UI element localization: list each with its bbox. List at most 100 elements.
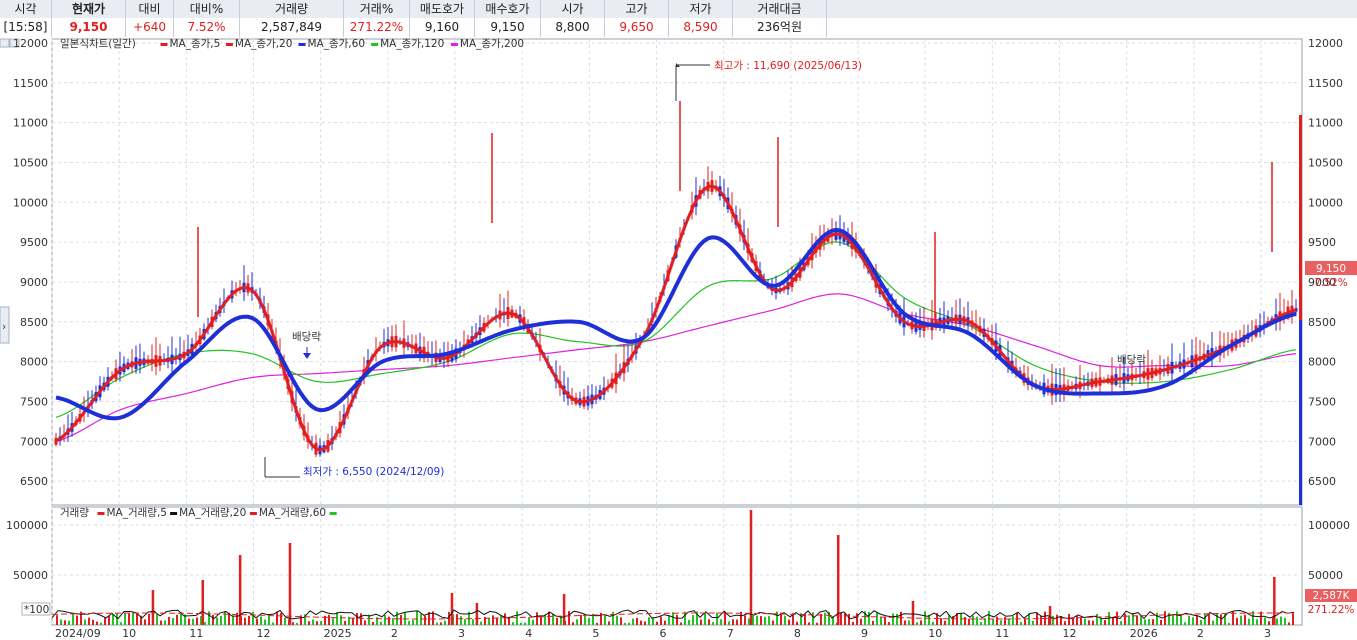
- volume-bar: [148, 613, 150, 625]
- volume-bar: [980, 622, 982, 625]
- volume-bar: [380, 621, 382, 625]
- left-top-arrow-button[interactable]: [0, 38, 10, 48]
- volume-bar: [400, 615, 402, 625]
- volume-bar: [336, 612, 338, 625]
- volume-bar: [740, 611, 742, 625]
- volume-bar: [1280, 616, 1282, 625]
- volume-bar: [596, 622, 598, 625]
- price-tick-left: 9000: [20, 276, 48, 289]
- volume-bar: [136, 613, 138, 625]
- chart-area[interactable]: › 12000 11500 11000 10500 10000 9500 9000 8500 8…: [0, 37, 1357, 640]
- volume-bar: [1284, 617, 1286, 625]
- quote-header-2: 대비: [126, 0, 174, 18]
- legend-item: MA_거래량,5: [107, 507, 168, 519]
- volume-bar: [108, 615, 110, 625]
- price-plot-frame: [51, 38, 1303, 506]
- volume-bar: [188, 618, 190, 625]
- quote-value-2: +640: [126, 18, 174, 37]
- quote-value-row: [15:58] 9,150 +640 7.52% 2,587,849 271.22% 9,1…: [0, 18, 1357, 38]
- legend-title: 거래량: [60, 507, 89, 519]
- volume-bar: [680, 622, 682, 625]
- volume-spike: [151, 590, 155, 625]
- volume-bar: [1292, 613, 1294, 625]
- volume-bar: [1260, 611, 1262, 625]
- price-tick-right: 7000: [1308, 435, 1336, 448]
- volume-bar: [1084, 618, 1086, 625]
- volume-bar: [692, 615, 694, 625]
- volume-bar: [536, 612, 538, 625]
- volume-bar: [868, 611, 870, 625]
- volume-bar: [976, 616, 978, 625]
- volume-bar: [224, 611, 226, 625]
- volume-bar: [788, 619, 790, 625]
- volume-bar: [264, 619, 266, 625]
- x-tick-label: 8: [794, 627, 801, 640]
- volume-bar: [312, 619, 314, 625]
- volume-bar: [744, 615, 746, 625]
- volume-bar: [852, 621, 854, 625]
- quote-value-5: 271.22%: [344, 18, 410, 37]
- price-tick-right: 12000: [1308, 37, 1343, 50]
- volume-bar: [176, 614, 178, 625]
- volume-bar: [1088, 620, 1090, 625]
- dividend-mark-2: 배당락: [1117, 354, 1146, 366]
- high-annotation-text: 최고가 : 11,690 (2025/06/13): [714, 60, 862, 72]
- quote-header-1: 현재가: [52, 0, 126, 18]
- volume-bar: [1156, 612, 1158, 625]
- quote-table: 시각 현재가 대비 대비% 거래량 거래% 매도호가 매수호가 시가 고가 저가 거래대금 [15:5…: [0, 0, 1357, 38]
- volume-bar: [196, 617, 198, 625]
- quote-header-6: 매도호가: [410, 0, 475, 18]
- volume-bar: [332, 618, 334, 625]
- volume-bar: [112, 614, 114, 625]
- volume-bar: [916, 622, 918, 625]
- volume-bar: [1112, 617, 1114, 625]
- volume-bar: [604, 615, 606, 625]
- volume-bar: [656, 621, 658, 625]
- current-volume-pct-text: 271.22%: [1308, 604, 1355, 616]
- current-price-tag-text: 9,150: [1316, 263, 1346, 275]
- volume-bar: [884, 616, 886, 625]
- volume-bar: [276, 611, 278, 625]
- volume-bar: [944, 620, 946, 625]
- volume-bar: [796, 621, 798, 625]
- volume-bar: [612, 611, 614, 625]
- volume-bar: [648, 617, 650, 625]
- volume-bar: [492, 615, 494, 625]
- price-tick-right: 8500: [1308, 316, 1336, 329]
- volume-bar: [412, 620, 414, 625]
- volume-bar: [320, 621, 322, 625]
- quote-header-11: 거래대금: [733, 0, 827, 18]
- volume-bar: [772, 620, 774, 625]
- price-tick-left: 8500: [20, 316, 48, 329]
- volume-bar: [456, 614, 458, 625]
- volume-tick-left: 100000: [6, 519, 48, 532]
- volume-spike: [475, 603, 479, 625]
- volume-bar: [552, 614, 554, 625]
- volume-bar: [104, 617, 106, 625]
- volume-bar: [132, 612, 134, 625]
- price-tick-right: 8000: [1308, 356, 1336, 369]
- volume-bar: [244, 617, 246, 625]
- volume-bar: [880, 617, 882, 625]
- volume-bar: [1052, 615, 1054, 625]
- volume-bar: [1008, 619, 1010, 625]
- volume-bar: [1244, 614, 1246, 625]
- quote-header-0: 시각: [0, 0, 52, 18]
- volume-bar: [360, 613, 362, 625]
- price-tick-left: 8000: [20, 356, 48, 369]
- volume-bar: [1288, 622, 1290, 625]
- volume-bar: [812, 612, 814, 625]
- volume-bar: [676, 614, 678, 625]
- volume-bar: [364, 620, 366, 625]
- volume-bar: [576, 619, 578, 625]
- volume-bar: [876, 612, 878, 625]
- volume-bar: [1000, 620, 1002, 625]
- quote-header-9: 고가: [605, 0, 669, 18]
- volume-bar: [128, 613, 130, 625]
- volume-bar: [532, 619, 534, 625]
- volume-bar: [892, 613, 894, 625]
- volume-bar: [700, 619, 702, 625]
- volume-bar: [588, 618, 590, 625]
- legend-swatch: [170, 512, 178, 515]
- quote-value-4: 2,587,849: [240, 18, 344, 37]
